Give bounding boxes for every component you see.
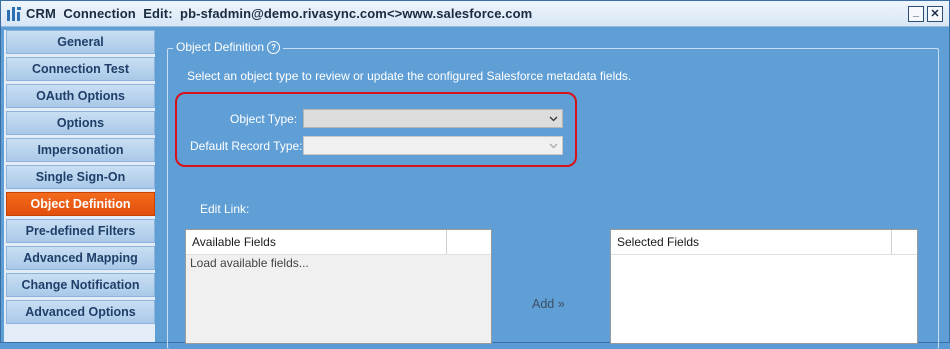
sidebar-item-label: Options <box>56 116 105 130</box>
sidebar-item-object-definition[interactable]: Object Definition <box>6 192 155 216</box>
main-panel: Object Definition ? Select an object typ… <box>157 30 949 349</box>
highlight-annotation <box>175 92 577 167</box>
crm-connection-edit-window: CRM Connection Edit: pb-sfadmin@demo.riv… <box>0 0 950 349</box>
sidebar-item-label: Advanced Mapping <box>23 251 138 265</box>
sidebar-item-label: Object Definition <box>30 197 131 211</box>
title-bar[interactable]: CRM Connection Edit: pb-sfadmin@demo.riv… <box>1 1 949 27</box>
sidebar-item-connection-test[interactable]: Connection Test <box>6 57 155 81</box>
sidebar-item-label: Impersonation <box>37 143 124 157</box>
description-text: Select an object type to review or updat… <box>187 69 632 83</box>
list-item: Load available fields... <box>190 256 309 270</box>
close-icon: ✕ <box>930 7 940 20</box>
selected-fields-list[interactable]: Selected Fields <box>610 229 918 344</box>
sidebar-item-label: Connection Test <box>32 62 129 76</box>
available-fields-list[interactable]: Available Fields Load available fields..… <box>185 229 492 344</box>
sidebar-item-impersonation[interactable]: Impersonation <box>6 138 155 162</box>
close-button[interactable]: ✕ <box>927 6 943 22</box>
minimize-icon: _ <box>912 5 920 18</box>
sidebar-item-change-notification[interactable]: Change Notification <box>6 273 155 297</box>
sidebar-item-options[interactable]: Options <box>6 111 155 135</box>
help-icon[interactable]: ? <box>267 40 281 54</box>
available-fields-column-header[interactable]: Available Fields <box>186 230 276 254</box>
default-record-type-label: Default Record Type: <box>190 139 303 153</box>
chevron-down-icon <box>549 143 558 149</box>
selected-fields-column-header[interactable]: Selected Fields <box>611 230 699 254</box>
object-type-select[interactable] <box>303 109 563 128</box>
selected-fields-header: Selected Fields <box>611 230 917 255</box>
sidebar-item-label: OAuth Options <box>36 89 125 103</box>
sidebar-nav: General Connection Test OAuth Options Op… <box>4 30 155 342</box>
object-type-label: Object Type: <box>230 112 298 126</box>
available-fields-header: Available Fields <box>186 230 491 255</box>
sidebar-item-label: Change Notification <box>21 278 140 292</box>
minimize-button[interactable]: _ <box>908 6 924 22</box>
app-logo-icon <box>6 6 22 22</box>
group-title: Object Definition ? <box>173 40 284 54</box>
sidebar-item-label: Advanced Options <box>25 305 136 319</box>
window-title: CRM Connection Edit: pb-sfadmin@demo.riv… <box>26 6 533 21</box>
edit-link-label: Edit Link: <box>200 202 250 216</box>
group-title-text: Object Definition <box>176 40 265 54</box>
default-record-type-select[interactable] <box>303 136 563 155</box>
sidebar-item-oauth-options[interactable]: OAuth Options <box>6 84 155 108</box>
add-button[interactable]: Add » <box>532 297 565 311</box>
sidebar-item-pre-defined-filters[interactable]: Pre-defined Filters <box>6 219 155 243</box>
sidebar-item-label: Pre-defined Filters <box>25 224 136 238</box>
sidebar-item-single-sign-on[interactable]: Single Sign-On <box>6 165 155 189</box>
chevron-down-icon <box>549 116 558 122</box>
sidebar-item-label: General <box>57 35 104 49</box>
sidebar-item-label: Single Sign-On <box>35 170 126 184</box>
sidebar-item-general[interactable]: General <box>6 30 155 54</box>
sidebar-item-advanced-mapping[interactable]: Advanced Mapping <box>6 246 155 270</box>
sidebar-item-advanced-options[interactable]: Advanced Options <box>6 300 155 324</box>
